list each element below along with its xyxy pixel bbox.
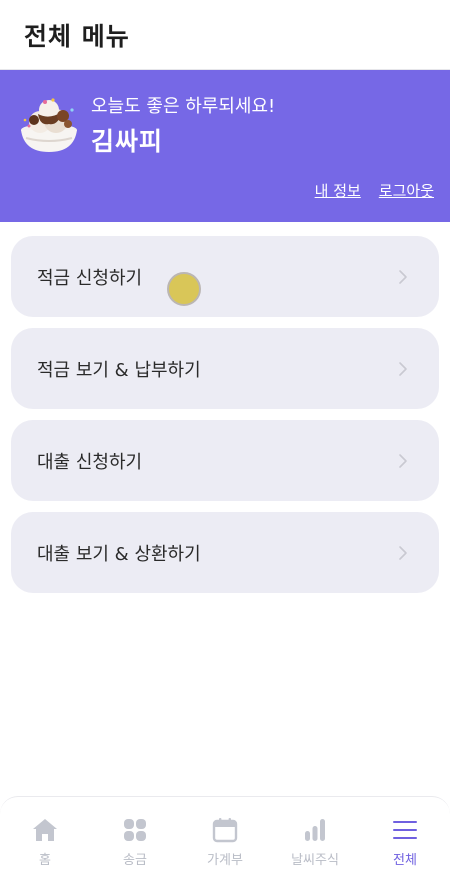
- menu-item-label: 적금 신청하기: [37, 267, 143, 289]
- menu-item-savings-view-pay[interactable]: 적금 보기 & 납부하기: [11, 328, 439, 409]
- nav-item-label: 홈: [39, 853, 51, 868]
- page-title: 전체 메뉴: [24, 21, 130, 51]
- grid-icon: [120, 815, 150, 845]
- user-name: 김싸피: [91, 127, 164, 156]
- home-icon: [30, 815, 60, 845]
- my-info-link[interactable]: 내 정보: [315, 180, 361, 201]
- nav-item-all[interactable]: 전체: [360, 815, 450, 868]
- logout-link[interactable]: 로그아웃: [379, 180, 434, 201]
- menu-item-loan-apply[interactable]: 대출 신청하기: [11, 420, 439, 501]
- chevron-right-icon: [399, 269, 407, 284]
- menu-item-loan-view-repay[interactable]: 대출 보기 & 상환하기: [11, 512, 439, 593]
- chevron-right-icon: [399, 361, 407, 376]
- nav-item-label: 날씨주식: [291, 853, 339, 868]
- menu-list: 적금 신청하기 적금 보기 & 납부하기 대출 신청하기 대출 보기 & 상환하…: [0, 222, 450, 593]
- chevron-right-icon: [399, 453, 407, 468]
- nav-item-home[interactable]: 홈: [0, 815, 90, 868]
- nav-item-label: 가계부: [207, 853, 243, 868]
- menu-icon: [390, 815, 420, 845]
- touch-indicator: [167, 272, 201, 306]
- ice-cream-avatar-icon: [16, 90, 82, 156]
- nav-item-weather-stock[interactable]: 날씨주식: [270, 815, 360, 868]
- greeting-text: 오늘도 좋은 하루되세요!: [91, 96, 276, 117]
- bar-chart-icon: [300, 815, 330, 845]
- nav-item-transfer[interactable]: 송금: [90, 815, 180, 868]
- menu-item-label: 적금 보기 & 납부하기: [37, 359, 201, 381]
- menu-item-label: 대출 신청하기: [37, 451, 143, 473]
- app-screen: 전체 메뉴 오늘도 좋은 하루되세요! 김싸피 내 정보 로그아웃 적금 신청하…: [0, 0, 450, 888]
- profile-banner: 오늘도 좋은 하루되세요! 김싸피 내 정보 로그아웃: [0, 70, 450, 222]
- nav-item-label: 전체: [393, 853, 417, 868]
- menu-item-savings-apply[interactable]: 적금 신청하기: [11, 236, 439, 317]
- menu-item-label: 대출 보기 & 상환하기: [37, 543, 201, 565]
- bottom-nav: 홈 송금 가계부 날씨주식 전체: [0, 796, 450, 888]
- top-bar: 전체 메뉴: [0, 0, 450, 70]
- nav-item-label: 송금: [123, 853, 147, 868]
- account-links: 내 정보 로그아웃: [315, 180, 434, 201]
- chevron-right-icon: [399, 545, 407, 560]
- calendar-icon: [210, 815, 240, 845]
- nav-item-ledger[interactable]: 가계부: [180, 815, 270, 868]
